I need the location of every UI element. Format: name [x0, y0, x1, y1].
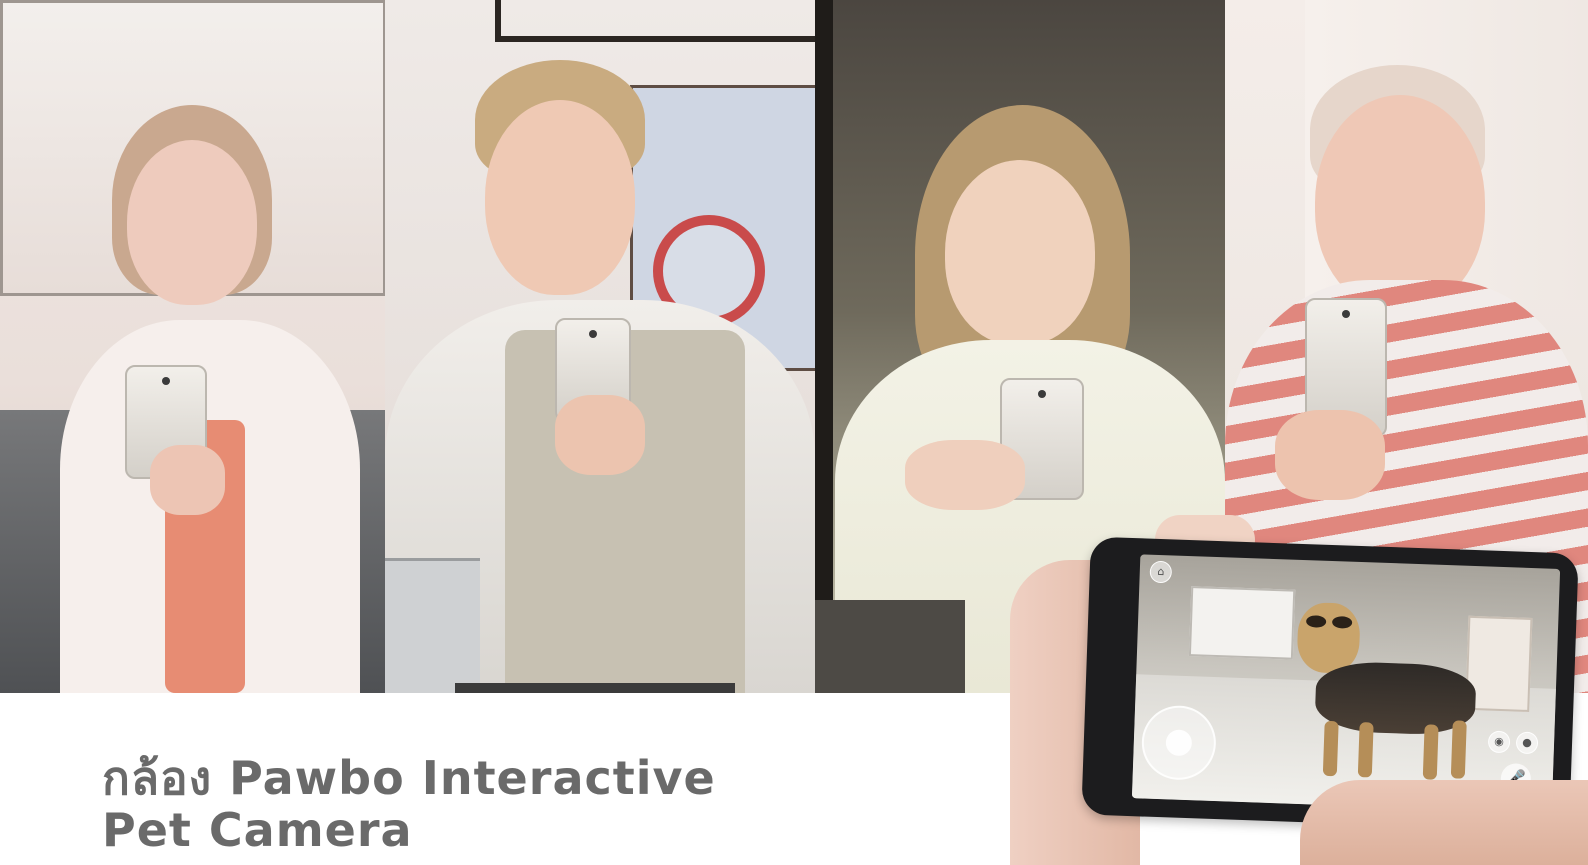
- photo-man-laptop: [385, 0, 815, 693]
- tv-cabinet: [1188, 586, 1296, 660]
- product-title-line-2: Pet Camera: [102, 803, 413, 857]
- laptop: [385, 558, 480, 693]
- holding-hand-right: [1300, 780, 1588, 865]
- picture-frame: [495, 0, 815, 42]
- chair-back: [815, 600, 965, 693]
- product-title: กล้อง Pawbo Interactive Pet Camera: [102, 752, 716, 856]
- laptop-edge: [455, 683, 735, 693]
- product-title-line-1: กล้อง Pawbo Interactive: [102, 751, 716, 805]
- photo-woman-sofa: [0, 0, 385, 693]
- door-frame: [815, 0, 833, 693]
- pet-camera-app-screen: ⌂ ◉ ● 🎤: [1131, 554, 1561, 813]
- home-icon[interactable]: ⌂: [1149, 560, 1173, 584]
